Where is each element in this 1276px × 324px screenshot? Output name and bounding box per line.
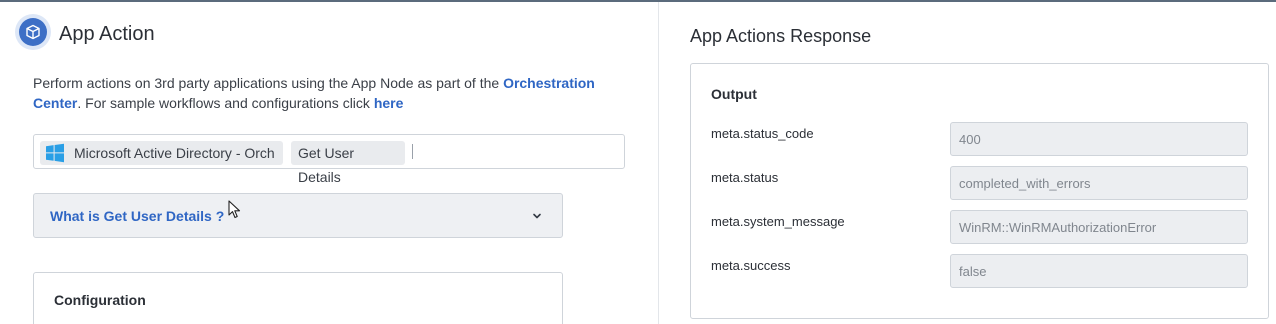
- system-message-field[interactable]: [950, 210, 1248, 244]
- success-field[interactable]: [950, 254, 1248, 288]
- action-chip-label: Get User Details: [298, 145, 355, 185]
- configuration-section: Configuration: [33, 272, 563, 324]
- top-border: [0, 0, 1276, 2]
- description-text: Perform actions on 3rd party application…: [33, 75, 504, 91]
- response-title: App Actions Response: [690, 26, 872, 46]
- field-label-system-message: meta.system_message: [711, 214, 845, 229]
- description: Perform actions on 3rd party application…: [33, 73, 633, 113]
- response-output-box: Output meta.status_code meta.status meta…: [690, 63, 1269, 319]
- configuration-label: Configuration: [54, 292, 146, 308]
- status-field[interactable]: [950, 166, 1248, 200]
- output-label: Output: [711, 86, 757, 102]
- text-caret: [412, 144, 413, 159]
- accordion-label: What is Get User Details ?: [50, 208, 225, 224]
- app-chip-label: Microsoft Active Directory - Orch: [74, 145, 275, 161]
- cube-icon: [15, 14, 51, 50]
- app-chip[interactable]: Microsoft Active Directory - Orch: [40, 141, 283, 165]
- field-label-status: meta.status: [711, 170, 779, 185]
- description-text-2: . For sample workflows and configuration…: [77, 95, 374, 111]
- chevron-down-icon: [533, 213, 541, 219]
- field-label-success: meta.success: [711, 258, 791, 273]
- page-title: App Action: [59, 23, 155, 45]
- here-link[interactable]: here: [374, 95, 404, 111]
- windows-logo-icon: [46, 143, 64, 163]
- app-action-selector[interactable]: Microsoft Active Directory - Orch Get Us…: [33, 134, 625, 185]
- panel-divider: [658, 2, 659, 324]
- mouse-cursor-icon: [228, 200, 241, 219]
- what-is-accordion[interactable]: What is Get User Details ?: [33, 193, 563, 238]
- field-label-status-code: meta.status_code: [711, 126, 814, 141]
- action-chip[interactable]: Get User Details: [291, 141, 405, 185]
- status-code-field[interactable]: [950, 122, 1248, 156]
